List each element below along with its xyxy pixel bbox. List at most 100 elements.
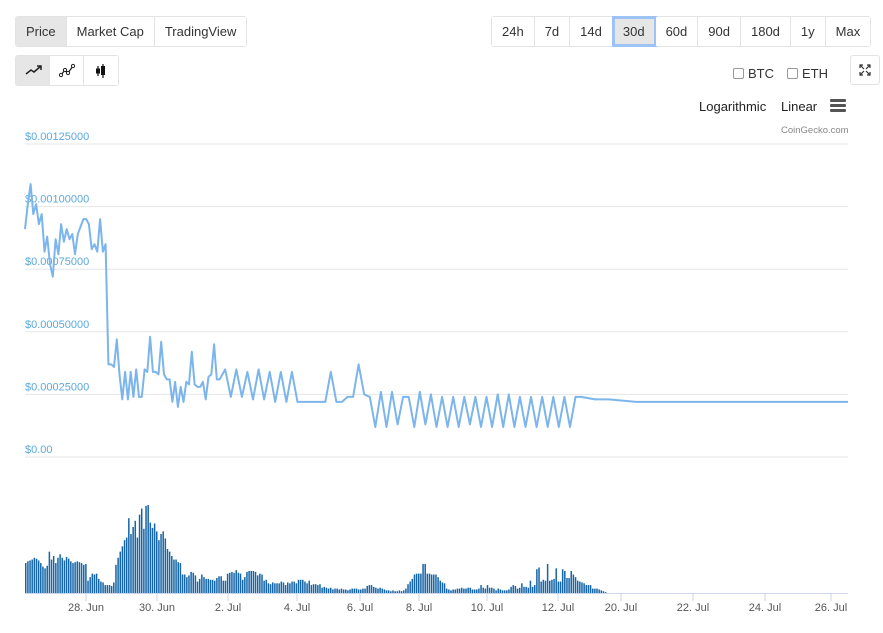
volume-bar	[531, 586, 534, 593]
volume-bar	[385, 590, 388, 593]
volume-bar	[160, 534, 162, 593]
volume-bar	[132, 527, 134, 593]
volume-bar	[207, 578, 210, 593]
volume-bar	[274, 583, 276, 593]
volume-bar	[454, 589, 457, 593]
volume-bar	[452, 589, 454, 593]
volume-bar	[422, 563, 424, 593]
volume-bar	[323, 586, 326, 593]
volume-bar	[211, 579, 214, 593]
volume-bar	[379, 587, 381, 593]
volume-bar	[29, 560, 31, 593]
volume-bar	[334, 588, 336, 593]
volume-bar	[591, 588, 594, 593]
volume-bar	[308, 580, 310, 593]
volume-bar	[100, 581, 102, 593]
volume-bar	[115, 564, 117, 593]
volume-bar	[218, 576, 220, 593]
volume-bar	[355, 588, 358, 593]
volume-bar	[394, 591, 396, 593]
volume-bar	[231, 571, 233, 593]
volume-bar	[113, 582, 115, 593]
y-axis-labels: $0.00 $0.00025000 $0.00050000 $0.00075000 $0…	[25, 131, 89, 456]
volume-bar	[224, 580, 227, 593]
volume-bar	[222, 580, 225, 593]
volume-bar	[448, 589, 450, 593]
volume-bar	[110, 585, 113, 593]
volume-bar	[514, 585, 517, 593]
volume-bar	[239, 573, 242, 593]
volume-bar	[248, 571, 250, 593]
volume-bar	[540, 581, 542, 593]
volume-bar	[175, 559, 177, 593]
volume-bar	[226, 573, 229, 593]
volume-bar	[259, 573, 261, 593]
volume-bar	[70, 561, 72, 593]
x-tick-label: 2. Jul	[215, 602, 241, 614]
volume-bar	[405, 588, 407, 593]
volume-bar	[362, 588, 364, 593]
volume-bar	[473, 589, 476, 593]
volume-bar	[244, 577, 246, 593]
volume-bar	[495, 590, 497, 593]
volume-bar	[44, 568, 46, 593]
volume-bar	[486, 585, 489, 593]
volume-bar	[463, 588, 465, 593]
volume-bar	[216, 578, 218, 593]
volume-bar	[269, 584, 272, 593]
volume-bar	[72, 563, 74, 593]
volume-bar	[538, 567, 540, 593]
volume-bar	[205, 578, 207, 593]
volume-bar	[340, 588, 343, 593]
volume-bar	[390, 591, 392, 593]
volume-bar	[557, 581, 560, 593]
volume-bar	[57, 557, 59, 593]
volume-bar	[478, 588, 480, 593]
volume-bar	[164, 538, 167, 593]
volume-bar	[491, 587, 493, 593]
volume-bar	[166, 549, 169, 593]
volume-bar	[65, 556, 68, 593]
volume-bar	[74, 562, 76, 593]
volume-bar	[188, 575, 190, 593]
volume-bar	[418, 573, 420, 593]
volume-bar	[476, 589, 478, 593]
volume-bar	[304, 581, 306, 593]
volume-bar	[456, 588, 459, 593]
volume-bar	[123, 540, 126, 593]
volume-bar	[46, 565, 48, 593]
volume-bar	[501, 590, 504, 593]
volume-bar	[319, 584, 321, 593]
volume-bar	[344, 589, 347, 593]
x-tick-label: 26. Jul	[815, 602, 847, 614]
volume-bar	[493, 588, 495, 593]
volume-bar	[564, 571, 566, 593]
volume-bar	[284, 585, 287, 593]
volume-bar	[282, 582, 285, 593]
volume-bar	[78, 562, 81, 593]
x-tick-label: 10. Jul	[471, 602, 503, 614]
volume-bar	[441, 582, 444, 593]
volume-bar	[302, 579, 304, 593]
volume-bar	[443, 583, 446, 593]
volume-bar	[536, 569, 538, 593]
x-axis: 28. Jun 30. Jun 2. Jul 4. Jul 6. Jul 8. Jul 10…	[25, 593, 848, 614]
volume-bar	[368, 585, 371, 593]
x-tick-label: 22. Jul	[677, 602, 709, 614]
volume-bar	[35, 558, 38, 593]
volume-bar	[497, 588, 499, 593]
volume-bar	[411, 578, 414, 593]
volume-bar	[357, 589, 360, 593]
volume-bar	[317, 585, 319, 593]
volume-bar	[467, 587, 469, 593]
volume-bar	[572, 574, 575, 593]
x-tick-label: 30. Jun	[139, 602, 175, 614]
volume-bar	[295, 583, 298, 593]
volume-bar	[430, 574, 433, 593]
volume-bar	[375, 587, 377, 593]
volume-bar	[392, 590, 394, 593]
volume-bar	[413, 574, 416, 593]
volume-bar	[220, 576, 222, 593]
volume-bar	[267, 583, 270, 593]
volume-bar	[424, 563, 426, 593]
